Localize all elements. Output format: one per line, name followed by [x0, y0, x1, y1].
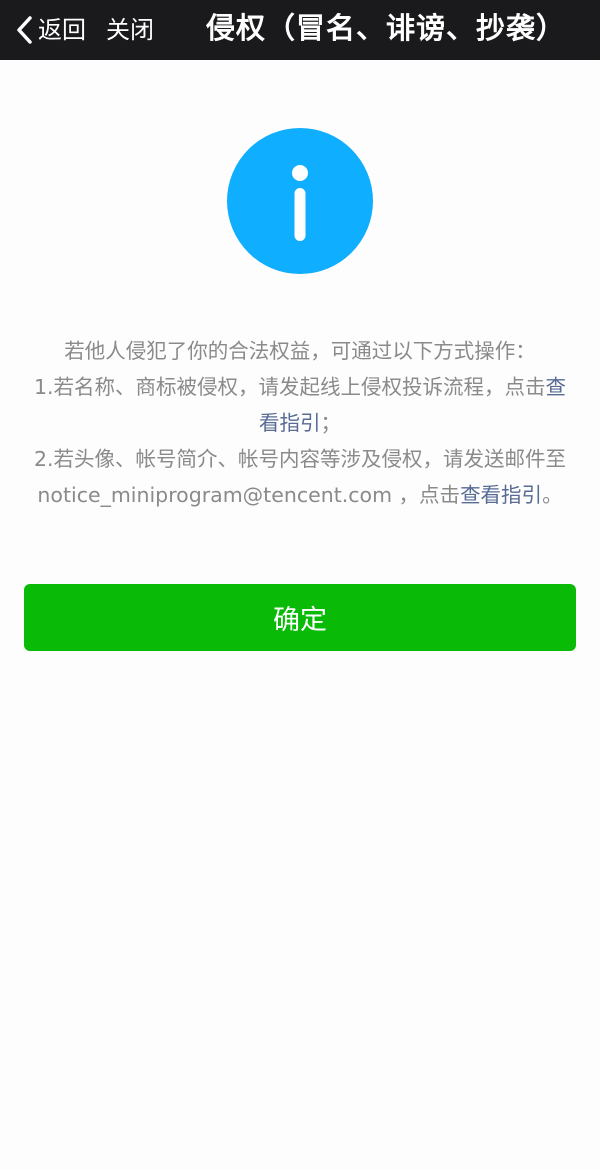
confirm-button[interactable]: 确定 [24, 584, 576, 651]
chevron-left-icon [17, 16, 32, 44]
message-item-2-end: 。 [542, 483, 563, 507]
message-item-1: 1.若名称、商标被侵权，请发起线上侵权投诉流程，点击查看指引； [30, 369, 570, 441]
message-item-1-text: 1.若名称、商标被侵权，请发起线上侵权投诉流程，点击 [33, 375, 546, 399]
page-title: 侵权（冒名、诽谤、抄袭） [206, 11, 567, 45]
view-guide-link-2[interactable]: 查看指引 [460, 483, 542, 507]
message-item-2: 2.若头像、帐号简介、帐号内容等涉及侵权，请发送邮件至notice_minipr… [30, 441, 570, 513]
close-button[interactable]: 关闭 [106, 10, 154, 50]
message-text: 若他人侵犯了你的合法权益，可通过以下方式操作： 1.若名称、商标被侵权，请发起线… [30, 333, 570, 513]
message-intro: 若他人侵犯了你的合法权益，可通过以下方式操作： [64, 339, 536, 363]
message-item-1-end: ； [320, 411, 342, 435]
navigation-bar: 返回 关闭 侵权（冒名、诽谤、抄袭） [0, 0, 600, 60]
back-button[interactable]: 返回 [14, 10, 86, 50]
back-label: 返回 [38, 16, 86, 44]
info-icon [227, 128, 373, 274]
